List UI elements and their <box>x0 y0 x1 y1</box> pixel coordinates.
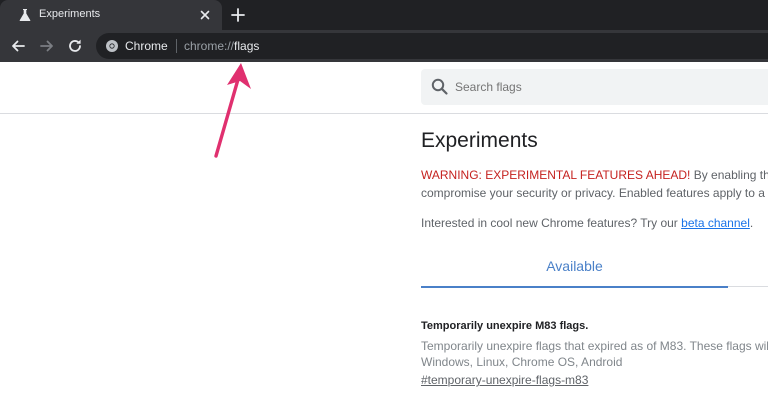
search-box[interactable] <box>421 69 768 105</box>
url-scheme: chrome:// <box>184 39 235 53</box>
arrow-right-icon[interactable] <box>38 37 56 55</box>
beta-channel-period: . <box>749 216 754 230</box>
close-icon[interactable] <box>198 8 212 22</box>
tabs-divider <box>728 286 768 287</box>
beta-channel-text: Interested in cool new Chrome features? … <box>421 216 682 230</box>
omnibox-divider <box>176 39 177 53</box>
tab-strip: Experiments <box>0 0 768 30</box>
tab-experiments[interactable]: Experiments <box>0 0 222 30</box>
warning-heading: WARNING: EXPERIMENTAL FEATURES AHEAD! <box>421 168 691 182</box>
address-bar[interactable]: Chrome chrome://flags <box>96 33 768 59</box>
beta-channel-link[interactable]: beta channel <box>681 216 750 230</box>
flag-description: Temporarily unexpire flags that expired … <box>421 339 768 353</box>
warning-text-line1: By enabling thes <box>693 168 768 182</box>
beta-channel-note: Interested in cool new Chrome features? … <box>421 216 753 230</box>
warning-text-line2: compromise your security or privacy. Ena… <box>421 186 765 200</box>
chrome-icon <box>106 40 118 52</box>
tab-available[interactable]: Available <box>421 250 728 288</box>
flag-platforms: Windows, Linux, Chrome OS, Android <box>421 355 623 369</box>
page-title: Experiments <box>421 129 538 152</box>
url-host: flags <box>234 39 260 53</box>
reload-icon[interactable] <box>66 37 84 55</box>
annotation-arrow <box>214 63 251 158</box>
toolbar: Chrome chrome://flags <box>0 30 768 62</box>
search-icon <box>431 78 448 95</box>
flag-link[interactable]: #temporary-unexpire-flags-m83 <box>421 373 588 387</box>
arrow-left-icon[interactable] <box>9 37 27 55</box>
search-input[interactable] <box>453 69 753 105</box>
flags-header <box>0 62 768 114</box>
tab-title: Experiments <box>39 8 101 20</box>
flag-title: Temporarily unexpire M83 flags. <box>421 320 589 332</box>
warning-text: WARNING: EXPERIMENTAL FEATURES AHEAD! By… <box>421 168 768 182</box>
flask-icon <box>19 9 31 21</box>
new-tab-icon[interactable] <box>229 6 247 24</box>
url-text[interactable]: chrome://flags <box>184 39 259 53</box>
site-label: Chrome <box>125 39 168 53</box>
